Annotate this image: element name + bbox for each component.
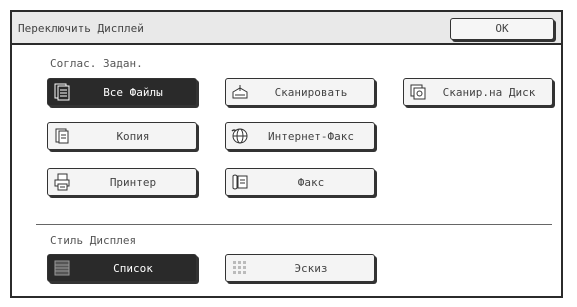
copy-button[interactable]: Копия [47, 122, 197, 150]
internet-fax-label: Интернет-Факс [267, 130, 355, 143]
scan-to-disk-button[interactable]: Сканир.на Диск [403, 78, 553, 106]
job-filter-label: Соглас. Задан. [50, 57, 143, 70]
list-view-label: Список [113, 262, 153, 275]
dialog-title: Переключить Дисплей [18, 22, 144, 35]
scan-label: Сканировать [274, 86, 348, 99]
printer-button[interactable]: Принтер [47, 168, 197, 196]
display-style-label: Стиль Дисплея [50, 234, 137, 247]
thumbnail-view-label: Эскиз [294, 262, 328, 275]
copy-label: Копия [116, 130, 150, 143]
internet-fax-icon [230, 126, 250, 146]
all-files-button[interactable]: Все Файлы [47, 78, 197, 106]
all-files-label: Все Файлы [103, 86, 163, 99]
thumbnail-view-icon [230, 258, 250, 278]
internet-fax-button[interactable]: Интернет-Факс [225, 122, 375, 150]
fax-icon [230, 172, 250, 192]
display-switch-dialog: Переключить Дисплей OK Соглас. Задан. Вс… [10, 10, 563, 298]
list-view-button[interactable]: Список [47, 254, 197, 282]
list-view-icon [52, 258, 72, 278]
dialog-titlebar: Переключить Дисплей OK [12, 12, 561, 45]
section-divider [36, 224, 552, 225]
all-files-icon [52, 82, 72, 102]
copy-icon [52, 126, 72, 146]
scan-icon [230, 82, 250, 102]
printer-icon [52, 172, 72, 192]
scan-to-disk-label: Сканир.на Диск [442, 86, 536, 99]
scan-to-disk-icon [408, 82, 428, 102]
ok-button[interactable]: OK [450, 18, 554, 40]
fax-button[interactable]: Факс [225, 168, 375, 196]
fax-label: Факс [297, 176, 325, 189]
thumbnail-view-button[interactable]: Эскиз [225, 254, 375, 282]
printer-label: Принтер [109, 176, 157, 189]
scan-button[interactable]: Сканировать [225, 78, 375, 106]
